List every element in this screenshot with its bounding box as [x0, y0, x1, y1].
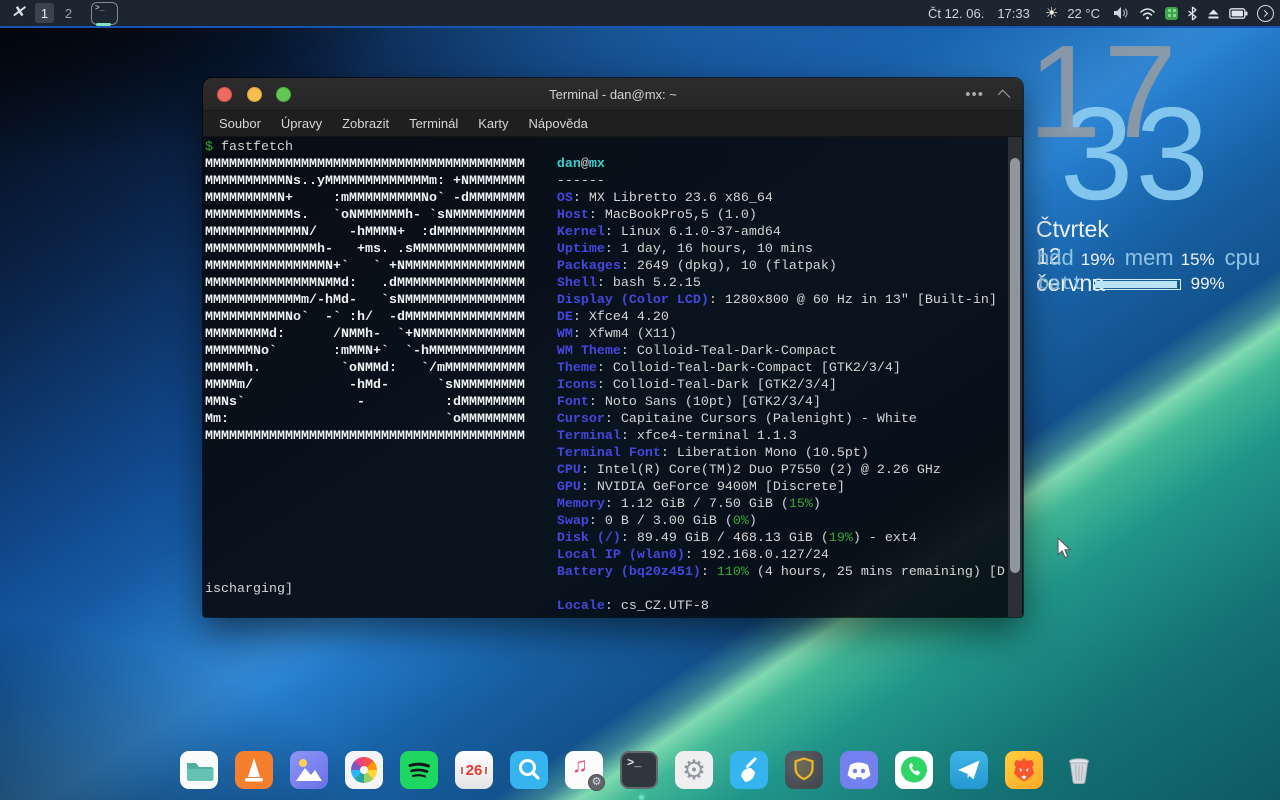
- dock-icon-file-manager[interactable]: [180, 751, 218, 789]
- mouse-cursor: [1057, 537, 1074, 559]
- close-button[interactable]: [217, 87, 232, 102]
- mx-logo-icon[interactable]: ✕: [7, 4, 29, 22]
- shield-icon: [785, 751, 823, 789]
- folder-icon: [180, 751, 218, 789]
- dock-icon-brave[interactable]: [1005, 751, 1043, 789]
- whatsapp-icon: [895, 751, 933, 789]
- taskbar-terminal-button[interactable]: >_: [91, 2, 118, 25]
- wifi-icon[interactable]: [1139, 7, 1156, 20]
- dock-icon-trash[interactable]: [1060, 751, 1098, 789]
- dock-icon-spotify[interactable]: [400, 751, 438, 789]
- scrollbar-thumb[interactable]: [1010, 158, 1020, 573]
- fastfetch-output: $ fastfetch MMMMMMMMMMMMMMMMMMMMMMMMMMMM…: [203, 137, 1023, 615]
- bluetooth-icon[interactable]: [1187, 6, 1198, 21]
- dock-icon-telegram[interactable]: [950, 751, 988, 789]
- menu-terminal[interactable]: Terminál: [399, 116, 468, 131]
- mem-label: mem: [1125, 245, 1174, 271]
- menu-zobrazit[interactable]: Zobrazit: [332, 116, 399, 131]
- active-window-indicator: [96, 23, 111, 26]
- dock: 26 ♫ ⚙ >_ ⚙: [180, 751, 1098, 789]
- gallery-icon: [290, 751, 328, 789]
- magnifier-icon: [510, 751, 548, 789]
- battery-bar: [1093, 279, 1181, 290]
- terminal-window: Terminal - dan@mx: ~ ••• Soubor Úpravy Z…: [203, 78, 1023, 617]
- dock-icon-photos[interactable]: [345, 751, 383, 789]
- battery-widget: batt 99%: [1038, 273, 1225, 295]
- updates-icon[interactable]: [1165, 7, 1178, 20]
- panel-temperature[interactable]: 22 °C: [1067, 6, 1100, 21]
- mem-value: 15%: [1181, 250, 1215, 270]
- minimize-button[interactable]: [247, 87, 262, 102]
- maximize-button[interactable]: [276, 87, 291, 102]
- battery-bar-fill: [1095, 281, 1178, 288]
- panel-date[interactable]: Čt 12. 06.: [928, 6, 984, 21]
- menu-upravy[interactable]: Úpravy: [271, 116, 332, 131]
- hdd-label: hdd: [1037, 245, 1074, 271]
- music-gear-badge-icon: ⚙: [588, 774, 605, 791]
- batt-label: batt: [1038, 273, 1084, 295]
- broom-icon: [730, 751, 768, 789]
- menu-karty[interactable]: Karty: [468, 116, 518, 131]
- clock-date: Čtvrtek 12 června: [1036, 216, 1109, 297]
- photos-pinwheel-icon: [351, 757, 377, 783]
- cpu-label: cpu: [1225, 245, 1260, 271]
- eject-icon[interactable]: [1207, 7, 1220, 20]
- menu-napoveda[interactable]: Nápověda: [519, 116, 598, 131]
- scrollbar-track[interactable]: [1008, 137, 1022, 617]
- dock-icon-music[interactable]: ♫ ⚙: [565, 751, 603, 789]
- discord-icon: [840, 751, 878, 789]
- dock-icon-vlc[interactable]: [235, 751, 273, 789]
- battery-icon[interactable]: [1229, 8, 1248, 19]
- workspace-2[interactable]: 2: [59, 3, 78, 23]
- trash-can-icon: [1060, 751, 1098, 789]
- terminal-content[interactable]: $ fastfetch MMMMMMMMMMMMMMMMMMMMMMMMMMMM…: [203, 137, 1023, 617]
- dock-icon-settings[interactable]: ⚙: [675, 751, 713, 789]
- calendar-day: 26: [466, 762, 483, 779]
- window-menu-icon[interactable]: •••: [965, 90, 984, 100]
- spotify-waves-icon: [400, 751, 438, 789]
- running-indicator: [639, 795, 644, 800]
- weather-sun-icon[interactable]: ☀: [1045, 6, 1058, 21]
- clock-hour: 17: [1028, 26, 1179, 158]
- volume-icon[interactable]: [1113, 6, 1130, 20]
- desktop: ✕ 1 2 >_ Čt 12. 06. 17:33 ☀ 22 °C: [0, 0, 1280, 800]
- workspace-1[interactable]: 1: [35, 3, 54, 23]
- top-panel: ✕ 1 2 >_ Čt 12. 06. 17:33 ☀ 22 °C: [0, 0, 1280, 28]
- window-title: Terminal - dan@mx: ~: [203, 87, 1023, 102]
- hdd-value: 19%: [1081, 250, 1115, 270]
- panel-clock[interactable]: 17:33: [997, 6, 1030, 21]
- telegram-plane-icon: [950, 751, 988, 789]
- music-note-icon: ♫: [572, 754, 588, 778]
- dock-icon-discord[interactable]: [840, 751, 878, 789]
- menu-soubor[interactable]: Soubor: [209, 116, 271, 131]
- vlc-cone-icon: [235, 751, 273, 789]
- dock-icon-whatsapp[interactable]: [895, 751, 933, 789]
- shade-chevron-icon[interactable]: [998, 90, 1011, 103]
- dock-icon-calendar[interactable]: 26: [455, 751, 493, 789]
- dock-icon-security[interactable]: [785, 751, 823, 789]
- terminal-prompt-icon: >_: [627, 756, 641, 770]
- dock-icon-search[interactable]: [510, 751, 548, 789]
- clock-minute: 33: [1060, 88, 1211, 220]
- terminal-mini-icon: >_: [95, 5, 105, 13]
- dock-icon-cleaner[interactable]: [730, 751, 768, 789]
- dock-icon-terminal[interactable]: >_: [620, 751, 658, 789]
- tray-expand-icon[interactable]: [1257, 5, 1274, 22]
- menubar: Soubor Úpravy Zobrazit Terminál Karty Ná…: [203, 111, 1023, 137]
- system-stats: hdd 19% mem 15% cpu 5%: [1037, 245, 1280, 271]
- brave-lion-icon: [1005, 751, 1043, 789]
- dock-icon-gallery[interactable]: [290, 751, 328, 789]
- titlebar[interactable]: Terminal - dan@mx: ~ •••: [203, 78, 1023, 111]
- battery-percent: 99%: [1191, 274, 1225, 294]
- gear-icon: ⚙: [682, 755, 706, 786]
